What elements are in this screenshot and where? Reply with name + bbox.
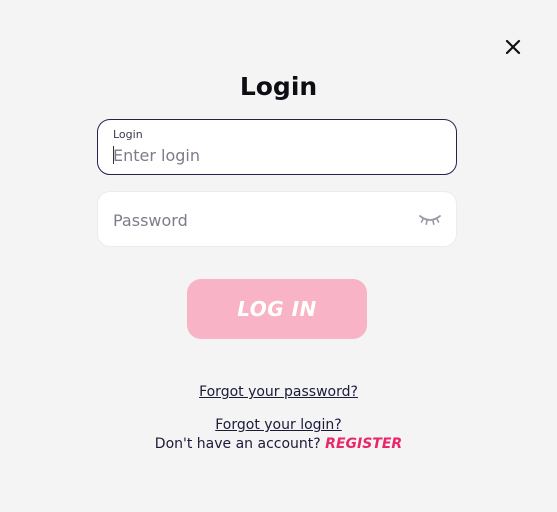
- login-modal: Login Login LOG IN Forgot your password?…: [0, 0, 557, 512]
- login-input[interactable]: [113, 144, 403, 166]
- password-input[interactable]: [113, 208, 403, 232]
- login-field[interactable]: Login: [97, 119, 457, 175]
- login-field-label: Login: [113, 128, 143, 141]
- forgot-login-link[interactable]: Forgot your login?: [0, 417, 557, 433]
- eye-closed-icon[interactable]: [418, 211, 442, 227]
- forgot-password-link[interactable]: Forgot your password?: [0, 384, 557, 400]
- no-account-text: Don't have an account?: [154, 436, 321, 452]
- login-button[interactable]: LOG IN: [187, 279, 367, 339]
- register-link[interactable]: REGISTER: [325, 436, 402, 452]
- close-icon[interactable]: [503, 37, 523, 57]
- page-title: Login: [239, 72, 318, 101]
- password-field[interactable]: [97, 191, 457, 247]
- register-line: Don't have an account? REGISTER: [0, 436, 557, 452]
